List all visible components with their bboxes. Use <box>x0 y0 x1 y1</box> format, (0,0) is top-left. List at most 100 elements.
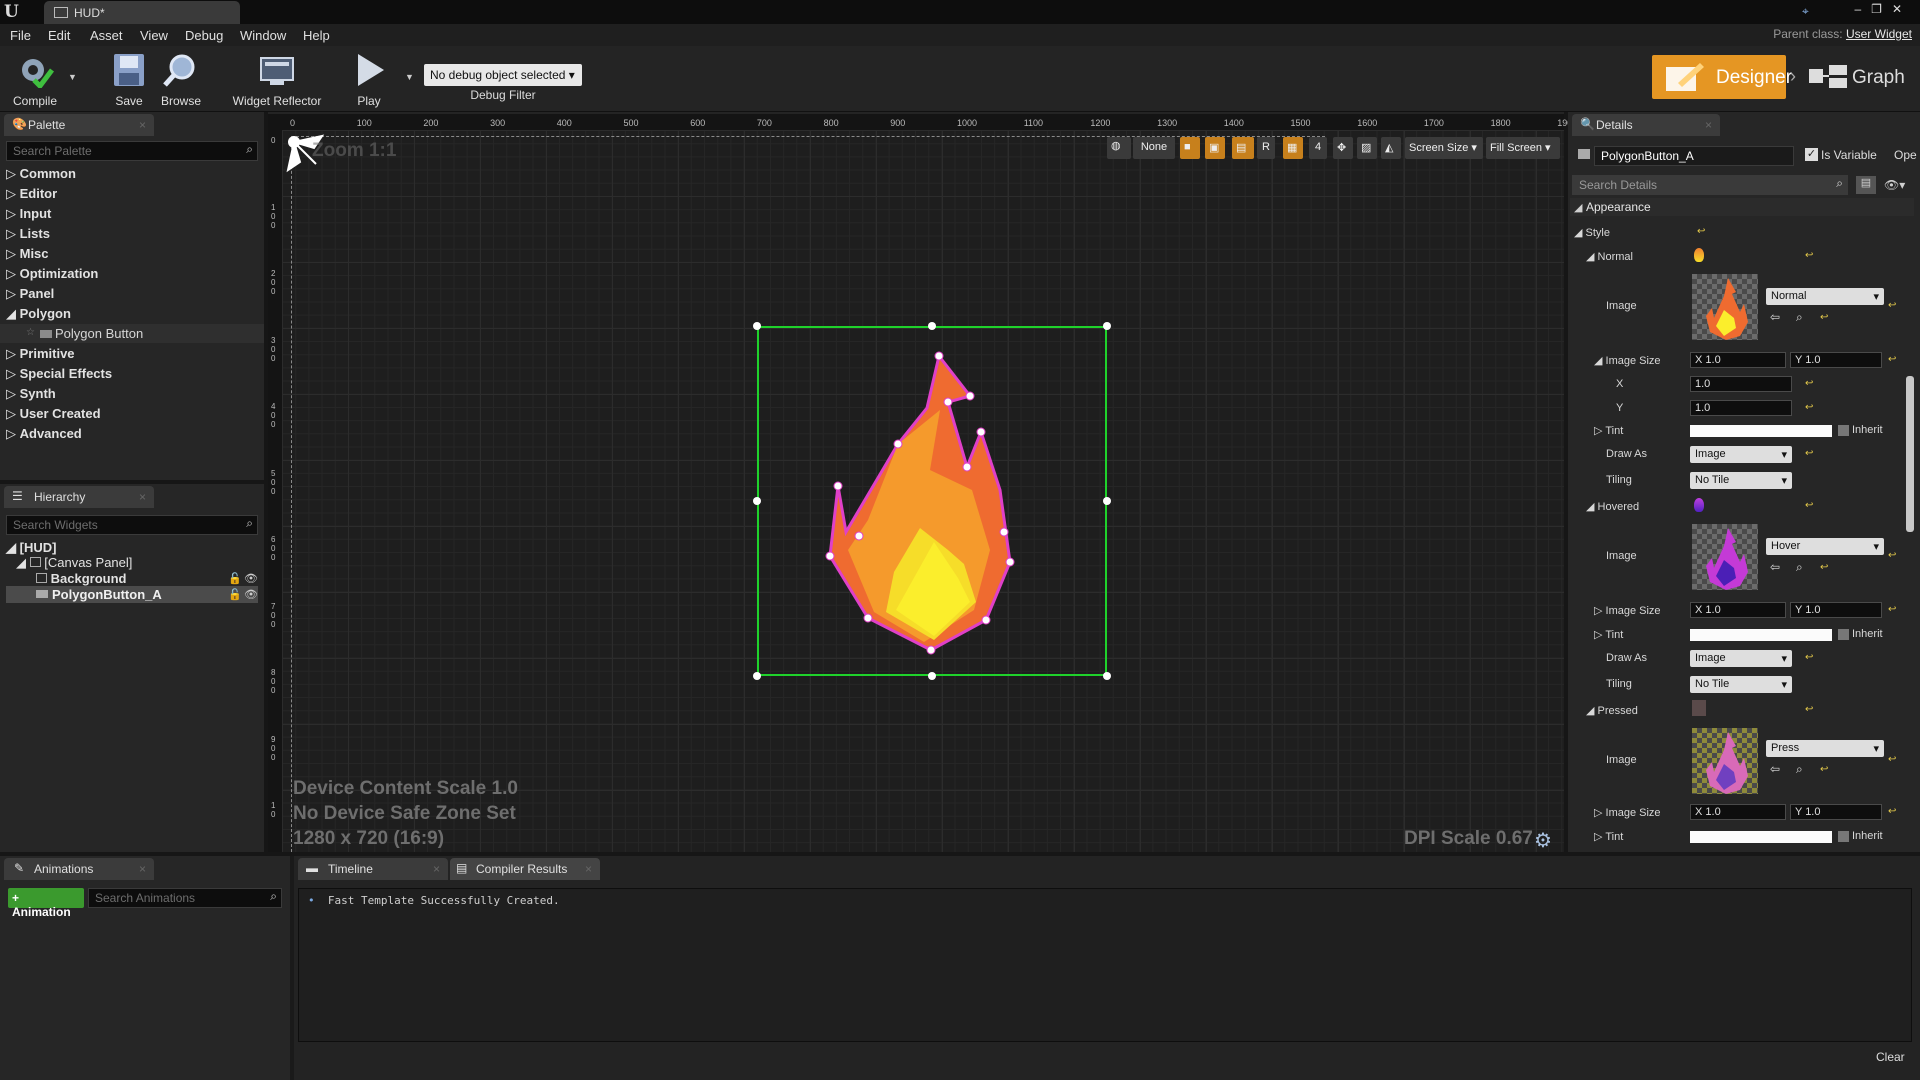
palette-search-input[interactable]: Search Palette ⌕ <box>6 141 258 161</box>
lock-icon[interactable]: 🔓 <box>228 588 242 601</box>
close-tab-icon[interactable]: × <box>1705 118 1712 132</box>
mirror-toggle[interactable]: ◭ <box>1381 137 1401 159</box>
reset-to-default-icon[interactable]: ↩ <box>1805 500 1813 511</box>
browse-button[interactable]: Browse <box>146 48 216 108</box>
image-size-row[interactable]: ▷ Image Size <box>1594 604 1661 617</box>
palette-category-special-effects[interactable]: ▷ Special Effects <box>6 366 112 382</box>
screen-size-dropdown[interactable]: Screen Size ▾ <box>1405 137 1483 159</box>
reset-to-default-icon[interactable]: ↩ <box>1888 806 1896 817</box>
compile-button[interactable]: Compile <box>0 48 70 108</box>
tab-compiler-results[interactable]: ▤ Compiler Results × <box>450 858 600 880</box>
minimize-icon[interactable]: – <box>1854 2 1871 16</box>
palette-category-common[interactable]: ▷ Common <box>6 166 76 182</box>
outline-toggle[interactable]: ▤ <box>1232 137 1254 159</box>
palette-category-synth[interactable]: ▷ Synth <box>6 386 56 402</box>
reset-to-default-icon[interactable]: ↩ <box>1820 764 1828 775</box>
reset-to-default-icon[interactable]: ↩ <box>1805 652 1813 663</box>
grid-snap-value[interactable]: 4 <box>1309 137 1327 159</box>
image-size-y-field[interactable]: Y 1.0 <box>1790 804 1882 820</box>
tab-details[interactable]: 🔍 Details × <box>1572 114 1720 136</box>
palette-category-polygon[interactable]: ◢ Polygon <box>6 306 71 322</box>
use-selected-arrow-icon[interactable]: ⇦ <box>1770 310 1780 324</box>
menu-asset[interactable]: Asset <box>90 28 123 43</box>
y-field[interactable]: 1.0 <box>1690 400 1792 416</box>
tiling-dropdown[interactable]: No Tile ▾ <box>1690 676 1792 693</box>
image-size-y-field[interactable]: Y 1.0 <box>1790 352 1882 368</box>
location-grid-snap-none[interactable]: None <box>1133 137 1175 159</box>
reset-to-default-icon[interactable]: ↩ <box>1820 562 1828 573</box>
graph-mode-button[interactable]: Graph <box>1805 55 1915 99</box>
image-size-x-field[interactable]: X 1.0 <box>1690 352 1786 368</box>
hierarchy-canvas-panel[interactable]: ◢ [Canvas Panel] <box>16 555 132 571</box>
hierarchy-background[interactable]: Background <box>36 571 126 586</box>
x-field[interactable]: 1.0 <box>1690 376 1792 392</box>
menu-file[interactable]: File <box>10 28 31 43</box>
close-icon[interactable]: ✕ <box>1892 2 1912 16</box>
browse-asset-search-icon[interactable]: ⌕ <box>1796 560 1803 575</box>
reset-to-default-icon[interactable]: ↩ <box>1805 704 1813 715</box>
tint-row[interactable]: ▷ Tint <box>1594 628 1623 641</box>
fill-screen-dropdown[interactable]: Fill Screen ▾ <box>1486 137 1560 159</box>
normal-row[interactable]: ◢ Normal <box>1586 250 1633 263</box>
draw-as-dropdown[interactable]: Image ▾ <box>1690 650 1792 667</box>
image-size-x-field[interactable]: X 1.0 <box>1690 804 1786 820</box>
tint-row[interactable]: ▷ Tint <box>1594 424 1623 437</box>
palette-category-input[interactable]: ▷ Input <box>6 206 51 222</box>
play-button[interactable]: Play <box>334 48 404 108</box>
designer-mode-button[interactable]: Designer <box>1652 55 1792 99</box>
menu-debug[interactable]: Debug <box>185 28 223 43</box>
tab-timeline[interactable]: ▬ Timeline × <box>298 858 448 880</box>
visibility-eye-icon[interactable]: 👁 <box>244 588 258 601</box>
palette-category-optimization[interactable]: ▷ Optimization <box>6 266 98 282</box>
transform-toggle[interactable]: ✥ <box>1333 137 1353 159</box>
inherit-checkbox[interactable] <box>1838 629 1849 640</box>
widget-reflector-button[interactable]: Widget Reflector <box>226 48 328 108</box>
close-tab-icon[interactable]: × <box>139 862 146 876</box>
document-tab[interactable]: HUD* <box>44 1 240 24</box>
palette-category-advanced[interactable]: ▷ Advanced <box>6 426 82 442</box>
grid-snap-toggle[interactable]: ▦ <box>1283 137 1303 159</box>
close-tab-icon[interactable]: × <box>433 862 440 876</box>
palette-category-misc[interactable]: ▷ Misc <box>6 246 49 262</box>
inherit-checkbox[interactable] <box>1838 425 1849 436</box>
pressed-image-thumbnail[interactable] <box>1692 728 1758 794</box>
property-matrix-icon[interactable]: ▤ <box>1856 176 1876 194</box>
details-search-input[interactable]: Search Details ⌕ <box>1572 175 1848 195</box>
play-options-chevron-icon[interactable]: ▼ <box>405 72 414 82</box>
lock-toggle[interactable]: ▣ <box>1205 137 1225 159</box>
dpi-settings-gear-icon[interactable]: ⚙ <box>1534 828 1552 853</box>
image-size-row[interactable]: ◢ Image Size <box>1594 354 1661 367</box>
r-toggle[interactable]: R <box>1257 137 1275 159</box>
tiling-dropdown[interactable]: No Tile ▾ <box>1690 472 1792 489</box>
reset-to-default-icon[interactable]: ↩ <box>1888 300 1896 311</box>
pressed-row[interactable]: ◢ Pressed <box>1586 704 1638 717</box>
tab-palette[interactable]: 🎨 Palette × <box>4 114 154 136</box>
hierarchy-root[interactable]: ◢ [HUD] <box>6 540 56 556</box>
use-selected-arrow-icon[interactable]: ⇦ <box>1770 560 1780 574</box>
draw-as-dropdown[interactable]: Image ▾ <box>1690 446 1792 463</box>
lock-icon[interactable]: 🔓 <box>228 572 242 585</box>
widget-name-field[interactable]: PolygonButton_A <box>1594 146 1794 166</box>
reset-to-default-icon[interactable]: ↩ <box>1805 250 1813 261</box>
palette-category-panel[interactable]: ▷ Panel <box>6 286 54 302</box>
menu-edit[interactable]: Edit <box>48 28 70 43</box>
hovered-image-asset-dropdown[interactable]: Hover ▾ <box>1766 538 1884 555</box>
close-tab-icon[interactable]: × <box>585 862 592 876</box>
window-controls[interactable]: –❐✕ <box>1854 2 1912 16</box>
tint-row[interactable]: ▷ Tint <box>1594 830 1623 843</box>
background-image-toggle[interactable]: ▨ <box>1357 137 1377 159</box>
normal-image-thumbnail[interactable] <box>1692 274 1758 340</box>
browse-asset-search-icon[interactable]: ⌕ <box>1796 762 1803 777</box>
image-size-x-field[interactable]: X 1.0 <box>1690 602 1786 618</box>
tab-hierarchy[interactable]: ☰ Hierarchy × <box>4 486 154 508</box>
reset-to-default-icon[interactable]: ↩ <box>1697 226 1705 237</box>
visibility-eye-icon[interactable]: 👁 <box>244 572 258 585</box>
animations-search-input[interactable]: Search Animations ⌕ <box>88 888 282 908</box>
reset-to-default-icon[interactable]: ↩ <box>1888 754 1896 765</box>
world-space-toggle[interactable]: ◍ <box>1107 137 1131 159</box>
palette-item-polygon-button[interactable]: ☆ Polygon Button <box>0 324 264 343</box>
notification-icon[interactable]: ⌖ <box>1802 4 1809 19</box>
open-button[interactable]: Ope <box>1894 148 1917 162</box>
respect-locks-toggle[interactable]: ■ <box>1180 137 1200 159</box>
style-row[interactable]: ◢ Style <box>1574 226 1610 239</box>
